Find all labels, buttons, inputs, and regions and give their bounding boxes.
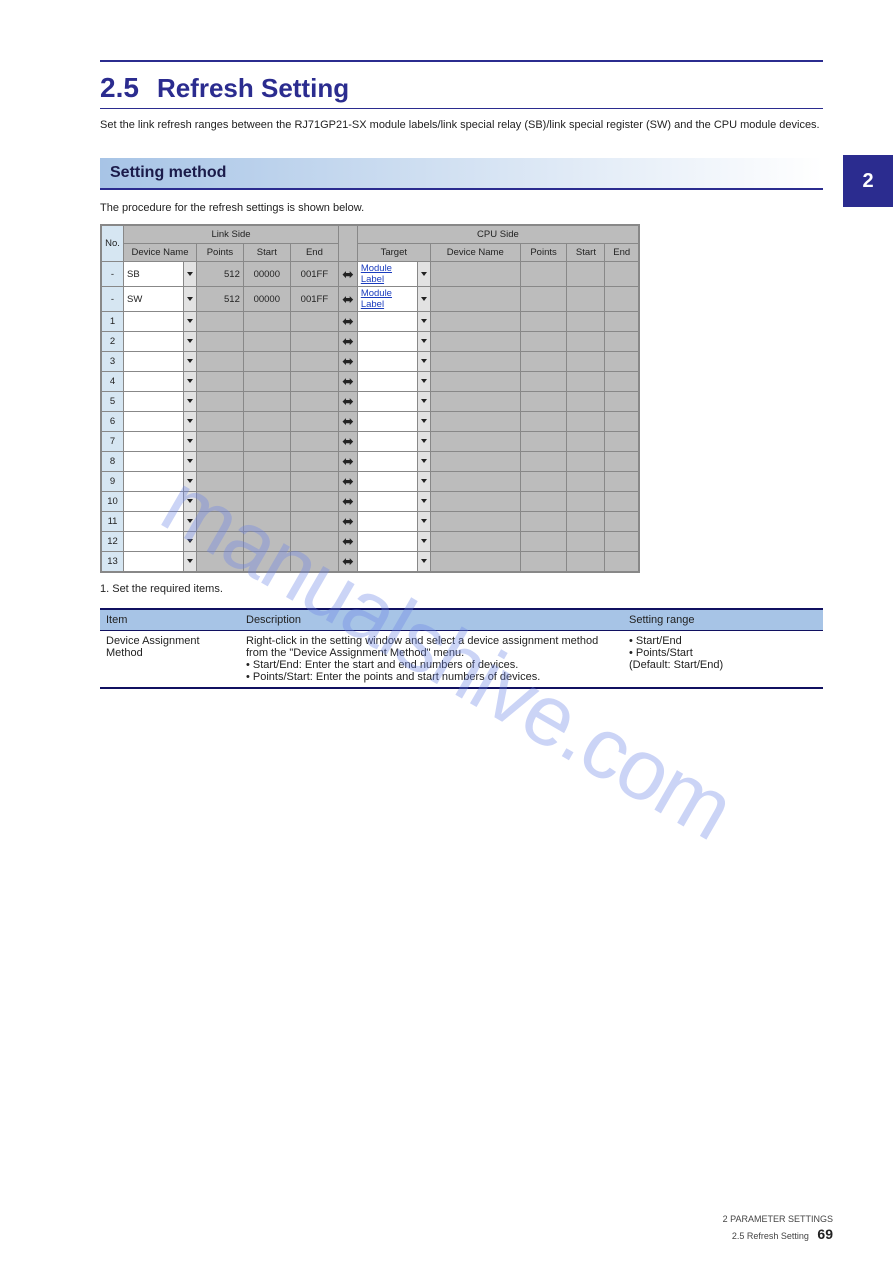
sw-device[interactable]: SW (124, 287, 184, 312)
dropdown-icon[interactable] (417, 492, 430, 512)
sb-device[interactable]: SB (124, 262, 184, 287)
sb-target[interactable]: Module Label (357, 262, 417, 287)
col-end: End (290, 244, 338, 262)
dropdown-icon[interactable] (184, 492, 197, 512)
col-cpu-device: Device Name (430, 244, 520, 262)
bidir-arrow-icon: ⬌ (339, 412, 358, 432)
section-title: Refresh Setting (157, 73, 349, 104)
bidir-arrow-icon: ⬌ (339, 332, 358, 352)
dropdown-icon[interactable] (417, 352, 430, 372)
chapter-tab: 2 (843, 155, 893, 207)
dropdown-icon[interactable] (184, 312, 197, 332)
dropdown-icon[interactable] (184, 552, 197, 572)
dropdown-icon[interactable] (184, 412, 197, 432)
param-range: • Start/End • Points/Start (Default: Sta… (623, 630, 823, 688)
bidir-arrow-icon: ⬌ (339, 372, 358, 392)
th-item: Item (100, 609, 240, 631)
dropdown-icon[interactable] (417, 372, 430, 392)
bidir-arrow-icon: ⬌ (339, 432, 358, 452)
bidir-arrow-icon: ⬌ (339, 472, 358, 492)
bidir-arrow-icon: ⬌ (339, 512, 358, 532)
param-table: Item Description Setting range Device As… (100, 608, 823, 689)
col-no: No. (102, 226, 124, 262)
dropdown-icon[interactable] (184, 532, 197, 552)
dropdown-icon[interactable] (184, 332, 197, 352)
col-cpu-start: Start (567, 244, 605, 262)
param-desc: Right-click in the setting window and se… (240, 630, 623, 688)
grid-row[interactable]: 2⬌ (102, 332, 639, 352)
bidir-arrow-icon: ⬌ (339, 392, 358, 412)
th-range: Setting range (623, 609, 823, 631)
dropdown-icon[interactable] (417, 332, 430, 352)
dropdown-icon[interactable] (184, 392, 197, 412)
dropdown-icon[interactable] (184, 262, 197, 287)
grid-row[interactable]: 6⬌ (102, 412, 639, 432)
dropdown-icon[interactable] (417, 312, 430, 332)
grid-row[interactable]: 9⬌ (102, 472, 639, 492)
bidir-arrow-icon: ⬌ (339, 532, 358, 552)
dropdown-icon[interactable] (184, 452, 197, 472)
page-footer: 2 PARAMETER SETTINGS 2.5 Refresh Setting… (723, 1213, 833, 1245)
dropdown-icon[interactable] (184, 512, 197, 532)
grid-row[interactable]: 1⬌ (102, 312, 639, 332)
top-line (100, 60, 823, 62)
refresh-grid[interactable]: No. Link Side CPU Side Device Name Point… (100, 224, 640, 573)
dropdown-icon[interactable] (417, 552, 430, 572)
col-cpu-side: CPU Side (357, 226, 638, 244)
col-cpu-points: Points (520, 244, 567, 262)
grid-row[interactable]: 3⬌ (102, 352, 639, 372)
grid-row-sw[interactable]: - SW 512 00000 001FF ⬌ Module Label (102, 287, 639, 312)
dropdown-icon[interactable] (184, 352, 197, 372)
bidir-arrow-icon: ⬌ (339, 287, 358, 312)
bidir-arrow-icon: ⬌ (339, 552, 358, 572)
col-start: Start (243, 244, 290, 262)
grid-row[interactable]: 12⬌ (102, 532, 639, 552)
bidir-arrow-icon: ⬌ (339, 262, 358, 287)
dropdown-icon[interactable] (417, 432, 430, 452)
col-link-side: Link Side (124, 226, 339, 244)
grid-row[interactable]: 5⬌ (102, 392, 639, 412)
grid-row-sb[interactable]: - SB 512 00000 001FF ⬌ Module Label (102, 262, 639, 287)
nav-hint: 1. Set the required items. (100, 581, 823, 598)
param-item: Device Assignment Method (100, 630, 240, 688)
dropdown-icon[interactable] (184, 287, 197, 312)
setting-method-text: The procedure for the refresh settings i… (100, 200, 823, 217)
top-line-under (100, 108, 823, 109)
bidir-arrow-icon: ⬌ (339, 492, 358, 512)
col-points: Points (197, 244, 244, 262)
dropdown-icon[interactable] (417, 287, 430, 312)
dropdown-icon[interactable] (417, 262, 430, 287)
section-description: Set the link refresh ranges between the … (100, 117, 823, 134)
setting-method-heading: Setting method (100, 158, 823, 190)
bidir-arrow-icon: ⬌ (339, 312, 358, 332)
grid-row[interactable]: 7⬌ (102, 432, 639, 452)
sw-target[interactable]: Module Label (357, 287, 417, 312)
dropdown-icon[interactable] (417, 472, 430, 492)
col-device-name: Device Name (124, 244, 197, 262)
grid-row[interactable]: 13⬌ (102, 552, 639, 572)
dropdown-icon[interactable] (417, 512, 430, 532)
grid-row[interactable]: 8⬌ (102, 452, 639, 472)
dropdown-icon[interactable] (417, 452, 430, 472)
dropdown-icon[interactable] (184, 432, 197, 452)
dropdown-icon[interactable] (184, 372, 197, 392)
col-cpu-end: End (605, 244, 639, 262)
param-row: Device Assignment Method Right-click in … (100, 630, 823, 688)
section-number: 2.5 (100, 72, 139, 104)
page-number: 69 (817, 1226, 833, 1242)
dropdown-icon[interactable] (417, 392, 430, 412)
th-description: Description (240, 609, 623, 631)
bidir-arrow-icon: ⬌ (339, 452, 358, 472)
dropdown-icon[interactable] (417, 412, 430, 432)
grid-row[interactable]: 10⬌ (102, 492, 639, 512)
grid-row[interactable]: 4⬌ (102, 372, 639, 392)
dropdown-icon[interactable] (184, 472, 197, 492)
grid-row[interactable]: 11⬌ (102, 512, 639, 532)
col-target: Target (357, 244, 430, 262)
dropdown-icon[interactable] (417, 532, 430, 552)
bidir-arrow-icon: ⬌ (339, 352, 358, 372)
